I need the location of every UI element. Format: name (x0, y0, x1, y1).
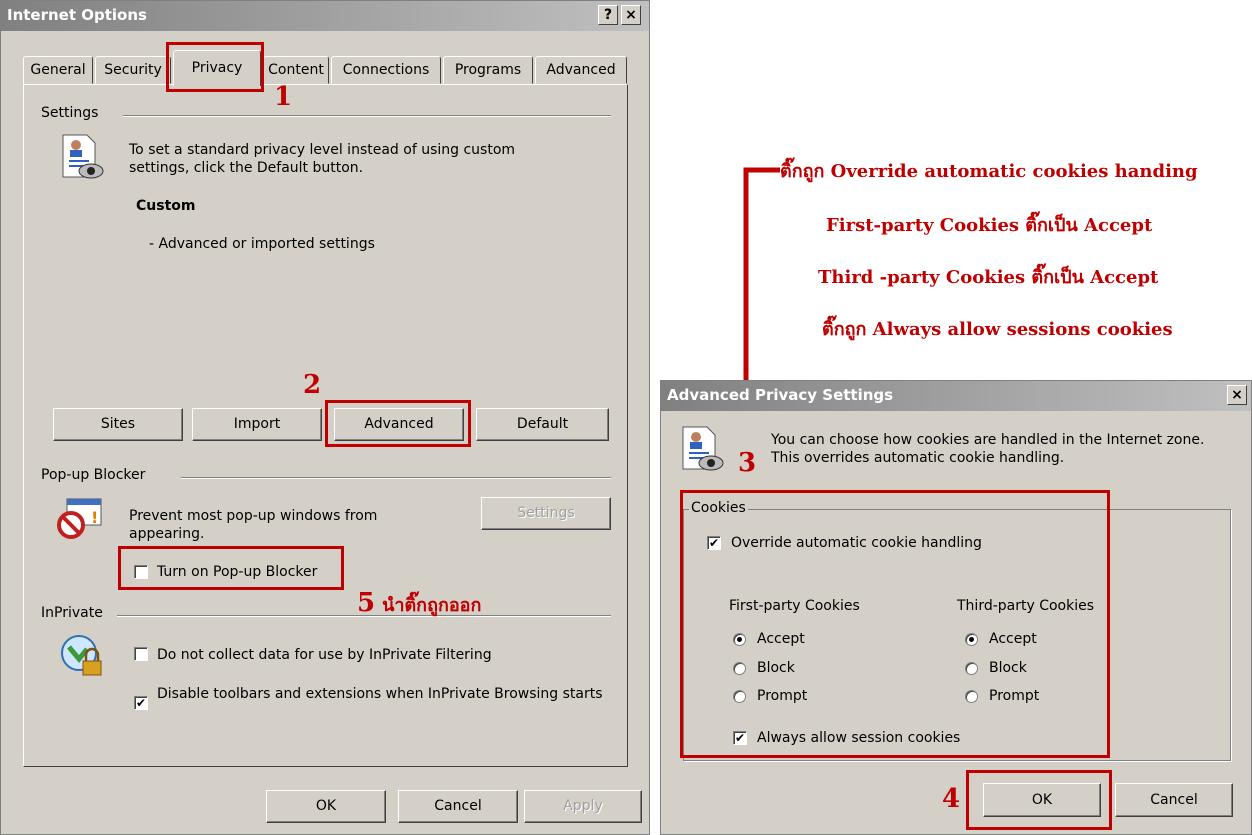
popup-divider (181, 477, 611, 479)
privacy-document-icon (62, 134, 104, 179)
highlight-advanced-button (325, 400, 471, 447)
disable-toolbars-label: Disable toolbars and extensions when InP… (157, 686, 603, 702)
apply-button-label: Apply (563, 798, 603, 814)
close-button[interactable]: × (621, 5, 641, 25)
sites-button[interactable]: Sites (53, 408, 183, 441)
step-5-text: นำติ๊กถูกออก (382, 595, 482, 616)
tab-security[interactable]: Security (95, 56, 171, 84)
default-button[interactable]: Default (476, 408, 609, 441)
tab-programs[interactable]: Programs (443, 56, 533, 84)
step-5-number: 5 (357, 588, 376, 618)
step-1-label: 1 (274, 82, 293, 112)
settings-divider (123, 115, 611, 117)
advanced-description: You can choose how cookies are handled i… (771, 432, 1205, 466)
advanced-cancel-label: Cancel (1150, 792, 1198, 808)
default-button-label: Default (516, 416, 569, 432)
tab-content[interactable]: Content (263, 56, 329, 84)
import-button[interactable]: Import (192, 408, 322, 441)
advanced-cancel-button[interactable]: Cancel (1115, 783, 1233, 817)
cancel-button[interactable]: Cancel (398, 790, 518, 823)
advanced-privacy-icon (682, 426, 724, 471)
inprivate-filtering-label: Do not collect data for use by InPrivate… (157, 647, 492, 663)
tab-connections[interactable]: Connections (331, 56, 441, 84)
highlight-cookies-group (680, 490, 1110, 758)
privacy-level-name: Custom (136, 198, 196, 214)
instruction-session: ติ๊กถูก Always allow sessions cookies (822, 319, 1173, 340)
help-button[interactable]: ? (598, 5, 618, 25)
settings-description: To set a standard privacy level instead … (129, 142, 516, 176)
advanced-close-button[interactable]: × (1227, 385, 1247, 405)
popup-blocker-icon: ! (57, 498, 102, 539)
ok-button[interactable]: OK (266, 790, 386, 823)
highlight-ok-button (966, 770, 1112, 830)
advanced-window-title: Advanced Privacy Settings (667, 386, 894, 404)
import-button-label: Import (233, 416, 281, 432)
step-3-label: 3 (738, 448, 757, 478)
ok-button-label: OK (315, 798, 337, 814)
step-2-label: 2 (303, 370, 322, 400)
highlight-popup-checkbox (118, 546, 344, 590)
popup-settings-button[interactable]: Settings (481, 497, 611, 530)
disable-toolbars-checkbox[interactable]: ✔ (134, 696, 148, 710)
inprivate-group-label: InPrivate (41, 605, 109, 621)
window-title: Internet Options (7, 6, 147, 24)
svg-text:!: ! (91, 508, 98, 527)
popup-settings-label: Settings (517, 505, 575, 521)
inprivate-icon (61, 635, 102, 676)
instruction-first-party: First-party Cookies ติ๊กเป็น Accept (826, 215, 1153, 236)
popup-group-label: Pop-up Blocker (41, 467, 152, 483)
step-5-label: 5 นำติ๊กถูกออก (357, 588, 481, 619)
inprivate-filtering-checkbox[interactable] (134, 647, 148, 661)
popup-description: Prevent most pop-up windows from appeari… (129, 508, 378, 542)
settings-group-label: Settings (41, 105, 105, 121)
instruction-override: ติ๊กถูก Override automatic cookies handi… (780, 161, 1198, 182)
sites-button-label: Sites (100, 416, 136, 432)
tab-advanced[interactable]: Advanced (535, 56, 627, 84)
title-bar: Internet Options ? × (1, 1, 649, 31)
tab-general[interactable]: General (23, 56, 93, 84)
cancel-button-label: Cancel (434, 798, 482, 814)
advanced-title-bar: Advanced Privacy Settings × (661, 381, 1251, 411)
step-4-label: 4 (942, 784, 961, 814)
privacy-level-description: - Advanced or imported settings (149, 236, 375, 252)
apply-button[interactable]: Apply (524, 790, 642, 823)
tab-privacy[interactable]: Privacy (173, 50, 261, 86)
instruction-third-party: Third -party Cookies ติ๊กเป็น Accept (818, 267, 1159, 288)
